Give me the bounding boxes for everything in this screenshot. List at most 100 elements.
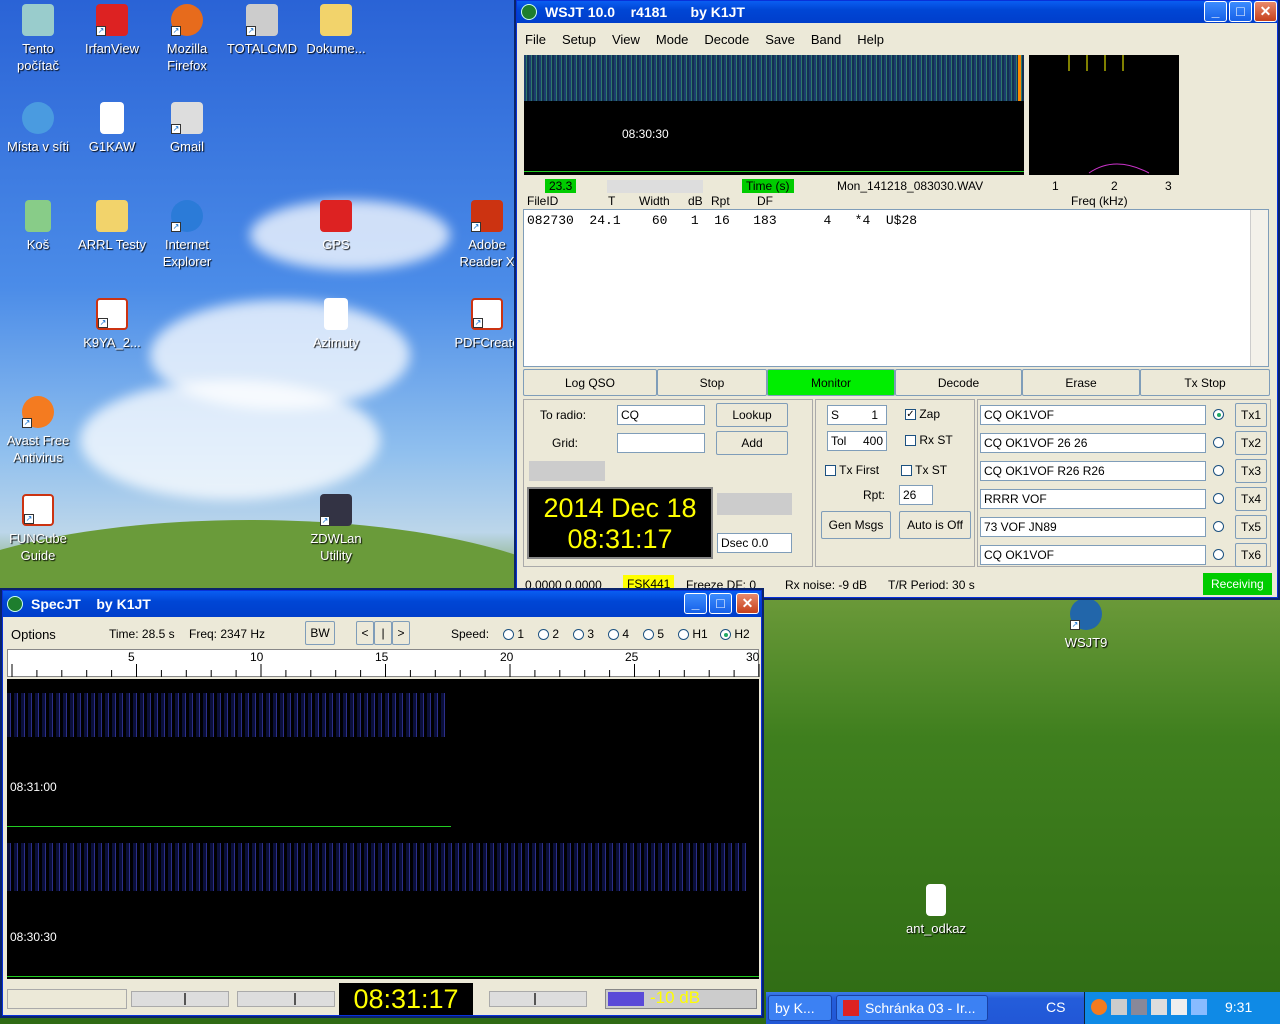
desktop-icon-funcube[interactable]: ↗ FUNCube Guide: [0, 494, 76, 564]
desktop-icon-arrl[interactable]: ARRL Testy: [74, 200, 150, 253]
desktop-icon-firefox[interactable]: ↗ Mozilla Firefox: [149, 4, 225, 74]
add-button[interactable]: Add: [716, 431, 788, 455]
volume-icon[interactable]: [1151, 999, 1167, 1015]
center-button[interactable]: |: [374, 621, 392, 645]
dsec-field[interactable]: Dsec 0.0: [717, 533, 792, 553]
stop-button[interactable]: Stop: [657, 369, 767, 396]
tx5-message[interactable]: 73 VOF JN89: [980, 517, 1206, 537]
close-button[interactable]: ✕: [736, 593, 759, 614]
desktop-icon-network[interactable]: Místa v síti: [0, 102, 76, 155]
speed-2[interactable]: 2: [538, 627, 559, 641]
speed-5[interactable]: 5: [643, 627, 664, 641]
tx5-button[interactable]: Tx5: [1235, 515, 1267, 539]
desktop-icon-documents[interactable]: Dokume...: [298, 4, 374, 57]
tx6-radio[interactable]: [1213, 549, 1224, 560]
decode-textarea[interactable]: 082730 24.1 60 1 16 183 4 *4 U$28: [523, 209, 1269, 367]
prev-button[interactable]: <: [356, 621, 374, 645]
desktop-icon-zdwlan[interactable]: ↗ ZDWLan Utility: [298, 494, 374, 564]
grid-input[interactable]: [617, 433, 705, 453]
minimize-button[interactable]: _: [684, 593, 707, 614]
tx4-message[interactable]: RRRR VOF: [980, 489, 1206, 509]
desktop-icon-wsjt9[interactable]: ↗ WSJT9: [1048, 598, 1124, 651]
wsjt-titlebar[interactable]: WSJT 10.0 r4181 by K1JT _ □ ✕: [517, 1, 1277, 23]
gain-slider[interactable]: [489, 991, 587, 1007]
gen-msgs-button[interactable]: Gen Msgs: [821, 511, 891, 539]
desktop-icon-azimuty[interactable]: Azimuty: [298, 298, 374, 351]
taskbar-button-wsjt[interactable]: by K...: [768, 995, 832, 1021]
rpt-field[interactable]: 26: [899, 485, 933, 505]
speed-h1[interactable]: H1: [678, 627, 708, 641]
maximize-button[interactable]: □: [1229, 1, 1252, 22]
desktop-icon-gmail[interactable]: ↗ Gmail: [149, 102, 225, 155]
erase-button[interactable]: Erase: [1022, 369, 1140, 396]
tx3-radio[interactable]: [1213, 465, 1224, 476]
slider-thumb[interactable]: [534, 993, 536, 1005]
network-tray-icon[interactable]: [1111, 999, 1127, 1015]
bw-button[interactable]: BW: [305, 621, 335, 645]
speed-h2[interactable]: H2: [720, 627, 750, 641]
tx4-radio[interactable]: [1213, 493, 1224, 504]
tx1-radio[interactable]: [1213, 409, 1224, 420]
tx2-radio[interactable]: [1213, 437, 1224, 448]
settings-tray-icon[interactable]: [1131, 999, 1147, 1015]
log-qso-button[interactable]: Log QSO: [523, 369, 657, 396]
monitor-tray-icon[interactable]: [1191, 999, 1207, 1015]
tol-field[interactable]: Tol 400: [827, 431, 887, 451]
decode-button[interactable]: Decode: [895, 369, 1022, 396]
tx4-button[interactable]: Tx4: [1235, 487, 1267, 511]
spectrogram[interactable]: 08:31:00 08:30:30: [7, 679, 759, 979]
tx-stop-button[interactable]: Tx Stop: [1140, 369, 1270, 396]
menu-help[interactable]: Help: [849, 32, 892, 47]
menu-mode[interactable]: Mode: [648, 32, 697, 47]
maximize-button[interactable]: □: [709, 593, 732, 614]
printer-tray-icon[interactable]: [1171, 999, 1187, 1015]
speed-4[interactable]: 4: [608, 627, 629, 641]
desktop-icon-g1kaw[interactable]: G1KAW: [74, 102, 150, 155]
menu-file[interactable]: File: [517, 32, 554, 47]
tx6-message[interactable]: CQ OK1VOF: [980, 545, 1206, 565]
menu-view[interactable]: View: [604, 32, 648, 47]
zap-checkbox[interactable]: ✓ Zap: [905, 407, 940, 421]
tx1-button[interactable]: Tx1: [1235, 403, 1267, 427]
tx3-button[interactable]: Tx3: [1235, 459, 1267, 483]
language-indicator[interactable]: CS: [1046, 999, 1065, 1015]
contrast-slider[interactable]: [237, 991, 335, 1007]
options-menu[interactable]: Options: [11, 627, 56, 642]
clock[interactable]: 9:31: [1225, 999, 1252, 1015]
desktop-icon-gps[interactable]: GPS: [298, 200, 374, 253]
taskbar-button-irfanview[interactable]: Schránka 03 - Ir...: [836, 995, 988, 1021]
tx2-message[interactable]: CQ OK1VOF 26 26: [980, 433, 1206, 453]
tx-first-checkbox[interactable]: Tx First: [825, 463, 879, 477]
tx5-radio[interactable]: [1213, 521, 1224, 532]
desktop-icon-totalcmd[interactable]: ↗ TOTALCMD: [224, 4, 300, 57]
menu-decode[interactable]: Decode: [696, 32, 757, 47]
s-field[interactable]: S1: [827, 405, 887, 425]
speed-1[interactable]: 1: [503, 627, 524, 641]
menu-band[interactable]: Band: [803, 32, 849, 47]
speed-3[interactable]: 3: [573, 627, 594, 641]
tx1-message[interactable]: CQ OK1VOF: [980, 405, 1206, 425]
auto-off-button[interactable]: Auto is Off: [899, 511, 971, 539]
slider-thumb[interactable]: [184, 993, 186, 1005]
desktop-icon-ie[interactable]: ↗ Internet Explorer: [149, 200, 225, 270]
minimize-button[interactable]: _: [1204, 1, 1227, 22]
monitor-button[interactable]: Monitor: [767, 369, 895, 396]
desktop-icon-computer[interactable]: Tento počítač: [0, 4, 76, 74]
to-radio-input[interactable]: CQ: [617, 405, 705, 425]
spectrum-display[interactable]: [1029, 55, 1179, 175]
rx-st-checkbox[interactable]: Rx ST: [905, 433, 953, 447]
tx-st-checkbox[interactable]: Tx ST: [901, 463, 947, 477]
next-button[interactable]: >: [392, 621, 410, 645]
desktop-icon-avast[interactable]: ↗ Avast Free Antivirus: [0, 396, 76, 466]
lookup-button[interactable]: Lookup: [716, 403, 788, 427]
specjt-titlebar[interactable]: SpecJT by K1JT _ □ ✕: [3, 591, 761, 617]
decode-scrollbar[interactable]: [1250, 210, 1268, 366]
brightness-slider[interactable]: [131, 991, 229, 1007]
menu-save[interactable]: Save: [757, 32, 803, 47]
desktop-icon-k9ya[interactable]: ↗ K9YA_2...: [74, 298, 150, 351]
desktop-icon-recycle-bin[interactable]: Koš: [0, 200, 76, 253]
tx2-button[interactable]: Tx2: [1235, 431, 1267, 455]
tx3-message[interactable]: CQ OK1VOF R26 R26: [980, 461, 1206, 481]
signal-waterfall[interactable]: 08:30:30: [524, 55, 1024, 175]
close-button[interactable]: ✕: [1254, 1, 1277, 22]
